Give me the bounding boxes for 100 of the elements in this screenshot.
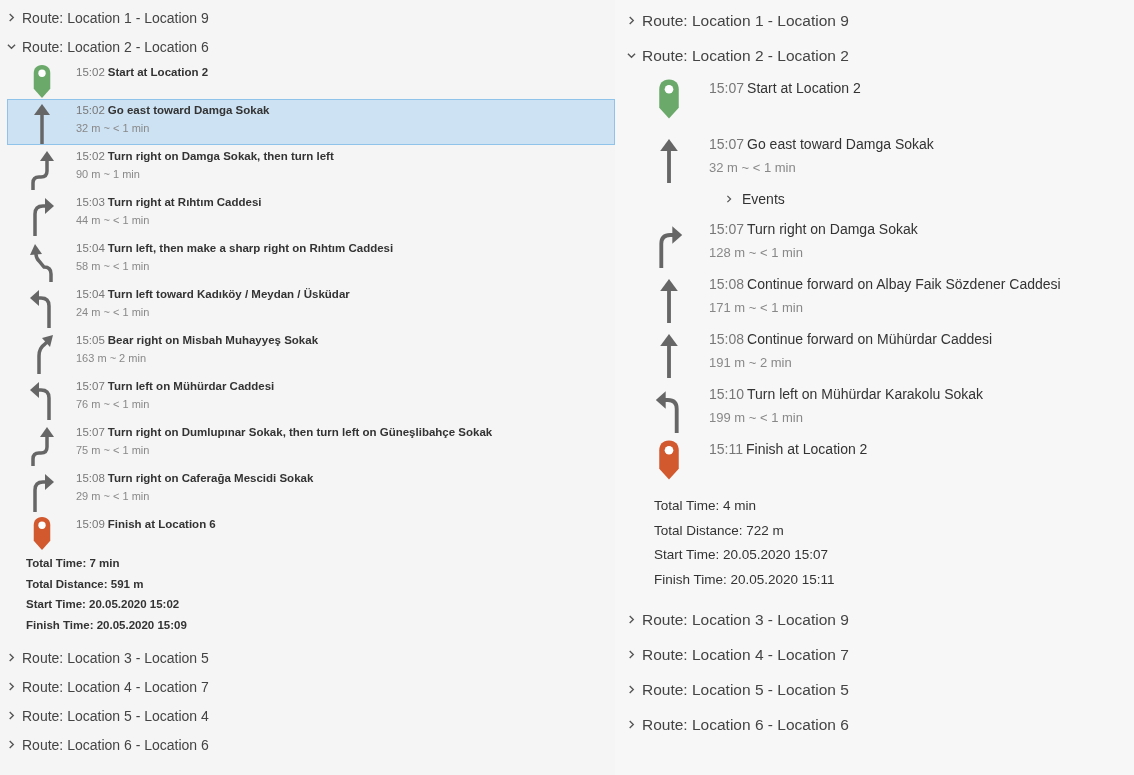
chevron-right-icon[interactable] <box>627 650 636 659</box>
chevron-right-icon[interactable] <box>627 685 636 694</box>
chevron-right-icon[interactable] <box>7 13 16 22</box>
step-time: 15:04 <box>76 288 105 300</box>
step-instruction: Turn left on Mühürdar Caddesi <box>107 380 275 392</box>
chevron-right-icon[interactable] <box>7 682 16 691</box>
route-item[interactable]: Route: Location 2 - Location 2 <box>627 38 1134 73</box>
route-item[interactable]: Route: Location 6 - Location 6 <box>7 730 615 759</box>
route-item[interactable]: Route: Location 1 - Location 9 <box>7 3 615 32</box>
step-time: 15:11 <box>709 441 743 457</box>
route-title[interactable]: Route: Location 4 - Location 7 <box>22 678 209 695</box>
step-time: 15:10 <box>709 386 745 402</box>
step-distance-time: 32 m ~ < 1 min <box>709 160 797 175</box>
chevron-right-icon[interactable] <box>7 653 16 662</box>
step-time: 15:07 <box>709 136 745 152</box>
route-item[interactable]: Route: Location 6 - Location 6 <box>627 707 1134 742</box>
step-instruction: Finish at Location 6 <box>107 518 216 530</box>
route-title[interactable]: Route: Location 2 - Location 2 <box>642 46 849 65</box>
route-title[interactable]: Route: Location 5 - Location 5 <box>642 680 849 699</box>
step-row[interactable]: 15:04 Turn left, then make a sharp right on Rıhtım Caddesi 58 m ~ < 1 min <box>7 237 615 283</box>
step-instruction: Turn right on Dumlupınar Sokak, then turn left on Güneşlibahçe Sokak <box>107 426 493 438</box>
step-row[interactable]: 15:07 Turn left on Mühürdar Caddesi 76 m ~ < 1 min <box>7 375 615 421</box>
step-distance-time: 44 m ~ < 1 min <box>76 214 151 226</box>
step-distance-time: 171 m ~ < 1 min <box>709 300 804 315</box>
step-time: 15:02 <box>76 104 105 116</box>
step-instruction: Continue forward on Albay Faik Sözdener Caddesi <box>747 276 1061 292</box>
summary-line: Finish Time: 20.05.2020 15:09 <box>26 617 188 633</box>
route-item[interactable]: Route: Location 5 - Location 5 <box>627 672 1134 707</box>
route-title[interactable]: Route: Location 1 - Location 9 <box>642 11 849 30</box>
step-instruction: Turn left, then make a sharp right on Rıhtım Caddesi <box>107 242 394 254</box>
step-row[interactable]: 15:07 Go east toward Damga Sokak 32 m ~ < 1 min <box>627 129 1134 184</box>
step-distance-time: 58 m ~ < 1 min <box>76 260 151 272</box>
step-row[interactable]: 15:07 Turn right on Damga Sokak 128 m ~ < 1 min <box>627 214 1134 269</box>
step-row[interactable]: 15:10 Turn left on Mühürdar Karakolu Sokak 199 m ~ < 1 min <box>627 379 1134 434</box>
summary-line: Total Time: 7 min <box>26 556 121 571</box>
step-row[interactable]: 15:05 Bear right on Misbah Muhayyeş Sokak 163 m ~ 2 min <box>7 329 615 375</box>
chevron-right-icon[interactable] <box>627 16 636 25</box>
step-time: 15:05 <box>76 334 105 346</box>
route-title[interactable]: Route: Location 3 - Location 9 <box>642 610 849 629</box>
step-distance-time: 90 m ~ 1 min <box>76 168 141 180</box>
turn-right-icon <box>30 472 54 512</box>
step-instruction: Turn right on Caferağa Mescidi Sokak <box>107 472 314 484</box>
step-instruction: Turn left toward Kadıköy / Meydan / Üsküdar <box>107 288 350 300</box>
summary-line: Finish Time: 20.05.2020 15:11 <box>654 570 836 589</box>
events-label[interactable]: Events <box>742 191 785 207</box>
step-instruction: Go east toward Damga Sokak <box>107 104 270 116</box>
chevron-right-icon[interactable] <box>627 615 636 624</box>
left-then-sharp-right-icon <box>30 242 54 282</box>
step-distance-time: 32 m ~ < 1 min <box>76 122 151 134</box>
route-item[interactable]: Route: Location 2 - Location 6 <box>7 32 615 61</box>
step-instruction: Start at Location 2 <box>747 80 861 96</box>
step-row[interactable]: 15:08 Continue forward on Mühürdar Caddesi 191 m ~ 2 min <box>627 324 1134 379</box>
summary-line: Total Distance: 722 m <box>654 521 785 540</box>
step-row[interactable]: 15:07 Turn right on Dumlupınar Sokak, then turn left on Güneşlibahçe Sokak 75 m ~ < 1 min <box>7 421 615 467</box>
route-title[interactable]: Route: Location 5 - Location 4 <box>22 707 209 724</box>
turn-right-then-left-icon <box>30 150 54 190</box>
step-row[interactable]: 15:02 Turn right on Damga Sokak, then turn left 90 m ~ 1 min <box>7 145 615 191</box>
step-distance-time: 75 m ~ < 1 min <box>76 444 151 456</box>
turn-left-icon <box>30 288 54 328</box>
route-title[interactable]: Route: Location 2 - Location 6 <box>22 38 209 55</box>
finish-pin-icon <box>31 516 53 551</box>
route-item[interactable]: Route: Location 3 - Location 5 <box>7 643 615 672</box>
step-time: 15:07 <box>709 80 745 96</box>
route-item[interactable]: Route: Location 5 - Location 4 <box>7 701 615 730</box>
step-time: 15:04 <box>76 242 105 254</box>
events-item[interactable]: Events <box>627 184 1134 214</box>
step-row[interactable]: 15:09 Finish at Location 6 <box>7 513 615 551</box>
step-time: 15:07 <box>76 426 105 438</box>
route-title[interactable]: Route: Location 6 - Location 6 <box>642 715 849 734</box>
route-title[interactable]: Route: Location 6 - Location 6 <box>22 736 209 753</box>
step-time: 15:02 <box>76 66 105 78</box>
chevron-down-icon[interactable] <box>627 51 636 60</box>
summary-line: Total Time: 4 min <box>654 497 758 515</box>
route-item[interactable]: Route: Location 4 - Location 7 <box>627 637 1134 672</box>
route-title[interactable]: Route: Location 4 - Location 7 <box>642 645 849 664</box>
step-time: 15:08 <box>709 331 745 347</box>
step-row[interactable]: 15:03 Turn right at Rıhtım Caddesi 44 m ~ < 1 min <box>7 191 615 237</box>
route-title[interactable]: Route: Location 3 - Location 5 <box>22 649 209 666</box>
step-instruction: Bear right on Misbah Muhayyeş Sokak <box>107 334 319 346</box>
step-time: 15:03 <box>76 196 105 208</box>
step-instruction: Turn right at Rıhtım Caddesi <box>107 196 262 208</box>
route-item[interactable]: Route: Location 3 - Location 9 <box>627 602 1134 637</box>
chevron-right-icon[interactable] <box>725 195 733 203</box>
chevron-down-icon[interactable] <box>7 42 16 51</box>
route-item[interactable]: Route: Location 4 - Location 7 <box>7 672 615 701</box>
step-row[interactable]: 15:11 Finish at Location 2 <box>627 434 1134 490</box>
step-row[interactable]: 15:02 Start at Location 2 <box>7 61 615 99</box>
step-row[interactable]: 15:07 Start at Location 2 <box>627 73 1134 129</box>
step-row[interactable]: 15:08 Turn right on Caferağa Mescidi Sokak 29 m ~ < 1 min <box>7 467 615 513</box>
selected-step-row[interactable]: 15:02 Go east toward Damga Sokak 32 m ~ < 1 min <box>7 99 615 145</box>
route-title[interactable]: Route: Location 1 - Location 9 <box>22 9 209 26</box>
step-distance-time: 191 m ~ 2 min <box>709 355 793 370</box>
step-instruction: Turn right on Damga Sokak, then turn left <box>107 150 334 162</box>
chevron-right-icon[interactable] <box>627 720 636 729</box>
chevron-right-icon[interactable] <box>7 711 16 720</box>
route-item[interactable]: Route: Location 1 - Location 9 <box>627 3 1134 38</box>
chevron-right-icon[interactable] <box>7 740 16 749</box>
step-row[interactable]: 15:08 Continue forward on Albay Faik Sözdener Caddesi 171 m ~ < 1 min <box>627 269 1134 324</box>
step-distance-time: 128 m ~ < 1 min <box>709 245 804 260</box>
step-row[interactable]: 15:04 Turn left toward Kadıköy / Meydan / Üsküdar 24 m ~ < 1 min <box>7 283 615 329</box>
